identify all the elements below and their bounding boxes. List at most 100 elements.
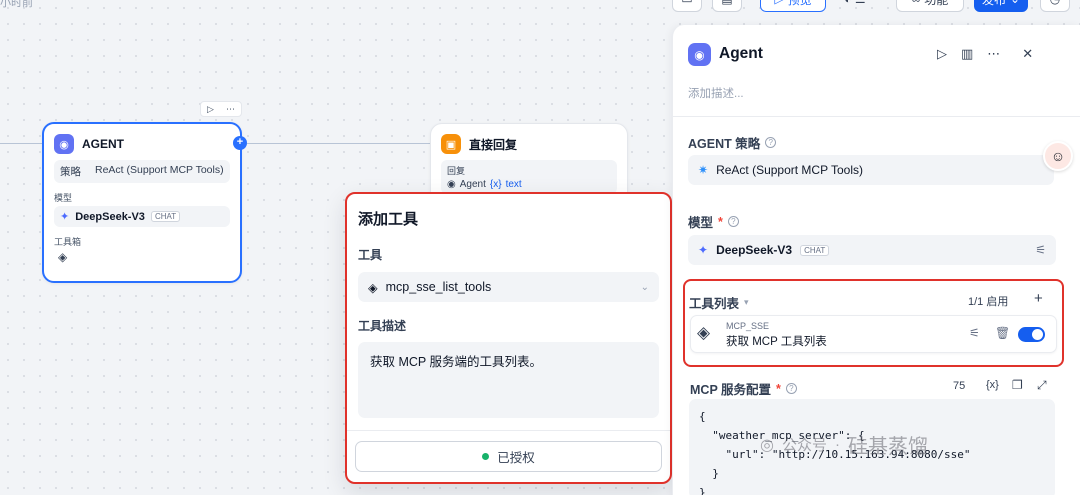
agent-ref-icon: ◉ bbox=[447, 179, 456, 190]
help-icon[interactable]: ? bbox=[727, 216, 739, 227]
checklist-icon: ◐ ☰ bbox=[844, 0, 865, 6]
popup-title: 添加工具 bbox=[358, 211, 419, 228]
agent-strategy-row: 策略 ReAct (Support MCP Tools) bbox=[54, 160, 230, 183]
authorized-button[interactable]: 已授权 bbox=[355, 441, 662, 472]
watermark-name: 硅基蒸馏 bbox=[847, 436, 928, 458]
chevron-down-icon: ⌄ bbox=[640, 281, 649, 293]
add-tool-button[interactable]: + bbox=[1034, 290, 1043, 307]
watermark-separator: · bbox=[834, 436, 840, 453]
tool-select[interactable]: ◈ mcp_sse_list_tools ⌄ bbox=[358, 272, 659, 302]
status-dot-icon bbox=[482, 453, 490, 460]
reply-node-title: 直接回复 bbox=[469, 137, 518, 152]
popup-divider bbox=[347, 430, 670, 431]
mcp-config-label: MCP 服务配置 bbox=[690, 383, 772, 397]
tools-section-label: 工具列表 ▾ bbox=[689, 293, 749, 312]
agent-icon: ◉ bbox=[54, 134, 74, 154]
more-icon[interactable]: ⋯ bbox=[987, 46, 1000, 62]
help-icon[interactable]: ? bbox=[785, 383, 797, 394]
toolbox-label: 工具箱 bbox=[54, 237, 82, 247]
watermark: ◎ 公众号 · 硅基蒸馏 bbox=[760, 430, 928, 459]
publish-label: 发布 bbox=[982, 0, 1006, 8]
features-label: 功能 bbox=[924, 0, 948, 8]
avatar[interactable]: ☺ bbox=[1043, 141, 1073, 171]
wechat-icon: ◎ bbox=[760, 436, 774, 454]
deepseek-icon: ✦ bbox=[698, 243, 709, 257]
mcp-tool-icon: ◈ bbox=[58, 250, 68, 264]
add-next-node-button[interactable]: + bbox=[233, 136, 247, 150]
reply-content: 回复 ◉ Agent {x} text bbox=[441, 160, 617, 194]
comment-button[interactable]: ▭ bbox=[672, 0, 702, 12]
variable-icon: {x} bbox=[489, 179, 502, 190]
help-icon[interactable]: ? bbox=[765, 137, 777, 148]
model-label: 模型 bbox=[688, 216, 714, 230]
history-icon: ▤ bbox=[721, 0, 732, 6]
model-tag: CHAT bbox=[150, 211, 181, 222]
mcp-tool-icon: ◈ bbox=[697, 323, 711, 342]
run-icon[interactable]: ▷ bbox=[937, 46, 947, 62]
publish-button[interactable]: 发布 ⌄ bbox=[974, 0, 1028, 12]
tool-enable-toggle[interactable] bbox=[1018, 327, 1045, 342]
close-icon[interactable]: ✕ bbox=[1022, 46, 1033, 62]
comment-icon: ▭ bbox=[681, 0, 692, 6]
tools-label: 工具列表 bbox=[689, 297, 740, 311]
copy-icon[interactable]: ❐ bbox=[1012, 378, 1023, 392]
more-icon[interactable]: ⋯ bbox=[226, 104, 235, 115]
chevron-down-icon: ⌄ bbox=[1010, 0, 1020, 6]
model-label: 模型 bbox=[54, 193, 73, 203]
model-section-label: 模型 * ? bbox=[688, 212, 739, 231]
edge-incoming bbox=[0, 143, 42, 144]
description-input[interactable]: 添加描述... bbox=[688, 85, 744, 101]
strategy-section-label: AGENT 策略 ? bbox=[688, 133, 777, 152]
strategy-label: AGENT 策略 bbox=[688, 137, 761, 151]
strategy-label: 策略 bbox=[60, 166, 81, 178]
deepseek-icon: ✦ bbox=[60, 211, 70, 223]
sparkle-icon: ✷ bbox=[698, 163, 709, 177]
features-button[interactable]: ∞ 功能 bbox=[896, 0, 964, 12]
model-settings-icon[interactable]: ⚟ bbox=[1035, 243, 1046, 257]
expand-icon[interactable]: ⤢ bbox=[1037, 378, 1047, 393]
model-select[interactable]: ✦ DeepSeek-V3 CHAT ⚟ bbox=[688, 235, 1056, 265]
settings-button[interactable]: ◷ bbox=[1040, 0, 1070, 12]
auth-label: 已授权 bbox=[497, 451, 535, 465]
clock-icon: ◷ bbox=[1050, 0, 1060, 6]
tools-count: 1/1 启用 bbox=[968, 296, 1009, 308]
reply-icon: ▣ bbox=[441, 134, 461, 154]
model-tag: CHAT bbox=[800, 244, 830, 256]
agent-panel-icon: ◉ bbox=[688, 43, 711, 66]
required-mark: * bbox=[776, 381, 781, 396]
tool-settings-icon[interactable]: ⚟ bbox=[969, 326, 980, 340]
edge-agent-to-reply bbox=[247, 143, 430, 144]
agent-model-row: ✦ DeepSeek-V3 CHAT bbox=[54, 206, 230, 227]
chevron-down-icon[interactable]: ▾ bbox=[744, 297, 749, 308]
checklist-button[interactable]: ◐ ☰ bbox=[830, 0, 880, 12]
agent-node-title: AGENT bbox=[82, 137, 124, 151]
preview-button[interactable]: ▷ 预览 bbox=[760, 0, 826, 12]
panel-title[interactable]: Agent bbox=[719, 45, 763, 63]
trash-icon[interactable]: 🗑 bbox=[995, 326, 1010, 340]
tool-select-value: mcp_sse_list_tools bbox=[385, 280, 492, 294]
history-button[interactable]: ▤ bbox=[712, 0, 742, 12]
run-node-icon[interactable]: ▷ bbox=[207, 104, 214, 115]
node-controls[interactable]: ▷ ⋯ bbox=[200, 101, 242, 117]
agent-node[interactable]: ◉ AGENT 策略 ReAct (Support MCP Tools) 模型 … bbox=[42, 122, 242, 283]
tool-provider: MCP_SSE bbox=[726, 321, 770, 331]
panel-actions: ▷ ▥ ⋯ ✕ bbox=[937, 46, 1033, 62]
strategy-value: ReAct (Support MCP Tools) bbox=[95, 164, 224, 176]
tool-label: 工具 bbox=[358, 248, 383, 262]
model-value: DeepSeek-V3 bbox=[75, 210, 145, 223]
char-count: 75 bbox=[953, 380, 966, 392]
mcp-config-section-label: MCP 服务配置 * ? bbox=[690, 379, 797, 398]
watermark-platform: 公众号 bbox=[781, 437, 827, 454]
mcp-tool-icon: ◈ bbox=[368, 280, 378, 295]
model-value: DeepSeek-V3 bbox=[716, 243, 793, 257]
panel-divider bbox=[672, 116, 1080, 117]
variable-icon[interactable]: {x} bbox=[986, 379, 999, 391]
help-doc-icon[interactable]: ▥ bbox=[961, 46, 973, 62]
tool-description-field[interactable]: 获取 MCP 服务端的工具列表。 bbox=[358, 342, 659, 418]
tool-name: 获取 MCP 工具列表 bbox=[726, 336, 827, 348]
play-icon: ▷ bbox=[774, 0, 783, 6]
add-tool-popup: 添加工具 工具 ◈ mcp_sse_list_tools ⌄ 工具描述 获取 M… bbox=[345, 192, 672, 484]
strategy-select[interactable]: ✷ ReAct (Support MCP Tools) bbox=[688, 155, 1054, 185]
last-saved-hint: 小时前 bbox=[0, 0, 33, 9]
reply-source: Agent bbox=[459, 179, 486, 190]
